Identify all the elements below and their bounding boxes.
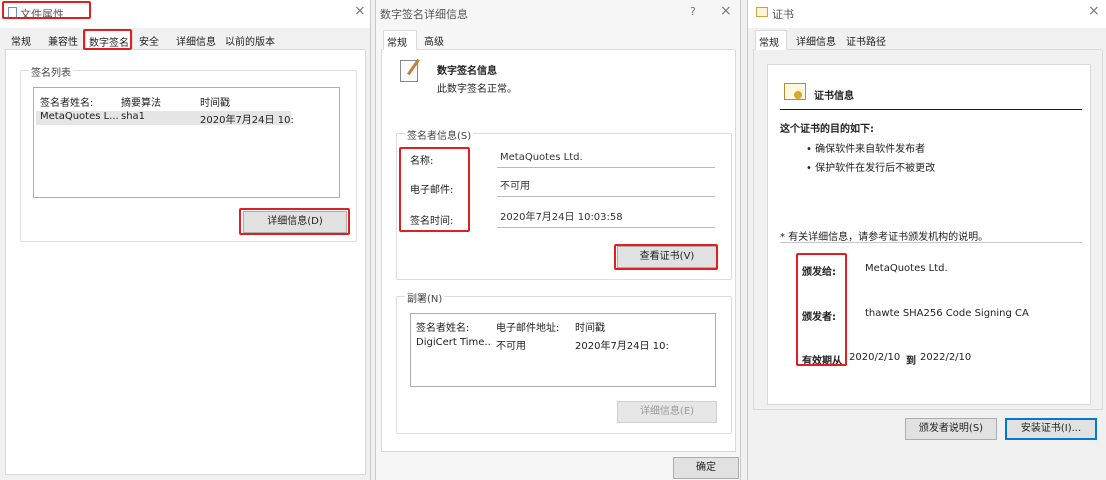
- column-header[interactable]: 签名者姓名:: [40, 94, 116, 109]
- tab-details[interactable]: 详细信息: [173, 30, 219, 50]
- seal-icon: [794, 91, 802, 99]
- countersignatures-group: 副署(N) 签名者姓名: 电子邮件地址: 时间戳 DigiCert Time..…: [396, 290, 732, 434]
- tab-panel: 签名列表 签名者姓名: 摘要算法 时间戳 MetaQuotes L... sha…: [5, 50, 366, 475]
- signature-list[interactable]: 签名者姓名: 摘要算法 时间戳 MetaQuotes L... sha1 202…: [33, 87, 340, 198]
- signature-status-text: 此数字签名正常。: [437, 84, 517, 95]
- help-button[interactable]: ?: [690, 5, 696, 18]
- signer-name: MetaQuotes L...: [40, 111, 119, 122]
- column-header[interactable]: 时间戳: [575, 319, 635, 334]
- purpose-title: 这个证书的目的如下:: [780, 124, 874, 135]
- close-icon[interactable]: ×: [1088, 3, 1100, 19]
- close-icon[interactable]: ×: [354, 3, 366, 19]
- name-field[interactable]: MetaQuotes Ltd.: [497, 148, 715, 168]
- highlight-box: [614, 244, 718, 270]
- certificate-info-box: 证书信息 这个证书的目的如下: • 确保软件来自软件发布者 • 保护软件在发行后…: [767, 64, 1091, 405]
- highlight-box: [796, 253, 847, 366]
- tab-security[interactable]: 安全: [136, 30, 162, 50]
- issued-by-value: thawte SHA256 Code Signing CA: [865, 308, 1029, 319]
- divider: [780, 242, 1082, 243]
- countersignature-details-button[interactable]: 详细信息(E): [617, 401, 717, 423]
- column-header[interactable]: 时间戳: [200, 94, 260, 109]
- purpose-text: 确保软件来自软件发布者: [815, 144, 926, 155]
- tab-certification-path[interactable]: 证书路径: [843, 30, 889, 50]
- timestamp: 2020年7月24日 10:...: [575, 341, 669, 352]
- group-label: 副署(N): [405, 290, 445, 305]
- signature-info-heading: 数字签名信息: [437, 66, 497, 77]
- purpose-item: • 确保软件来自软件发布者: [806, 144, 926, 155]
- tab-bar: 常规 兼容性 数字签名 安全 详细信息 以前的版本: [5, 30, 365, 50]
- window-title: 证书: [772, 8, 794, 21]
- countersignature-list[interactable]: 签名者姓名: 电子邮件地址: 时间戳 DigiCert Time... 不可用 …: [410, 313, 716, 387]
- tab-bar: 常规 详细信息 证书路径: [753, 30, 1102, 50]
- titlebar: 证书 ×: [748, 0, 1106, 28]
- highlight-box: [2, 1, 91, 19]
- tab-panel: 证书信息 这个证书的目的如下: • 确保软件来自软件发布者 • 保护软件在发行后…: [753, 50, 1103, 410]
- digest-algorithm: sha1: [121, 111, 146, 122]
- purpose-text: 保护软件在发行后不被更改: [815, 163, 936, 174]
- valid-to-word: 到: [906, 356, 916, 367]
- list-item[interactable]: DigiCert Time... 不可用 2020年7月24日 10:...: [411, 337, 715, 352]
- titlebar: 数字签名详细信息 ? ×: [376, 0, 740, 28]
- install-certificate-button[interactable]: 安装证书(I)...: [1005, 418, 1097, 440]
- signing-time-field[interactable]: 2020年7月24日 10:03:58: [497, 208, 715, 228]
- issuer-statement-button[interactable]: 颁发者说明(S): [905, 418, 997, 440]
- email-field[interactable]: 不可用: [497, 177, 715, 197]
- group-label: 签名列表: [29, 64, 73, 79]
- certificate-icon: [756, 7, 768, 17]
- divider: [780, 109, 1082, 110]
- email-address: 不可用: [496, 341, 526, 352]
- window-title: 数字签名详细信息: [380, 8, 468, 21]
- purpose-item: • 保护软件在发行后不被更改: [806, 163, 936, 174]
- column-header[interactable]: 电子邮件地址:: [496, 319, 568, 334]
- signer-name: DigiCert Time...: [416, 337, 492, 348]
- file-properties-window: 文件属性 × 常规 兼容性 数字签名 安全 详细信息 以前的版本 签名列表 签名…: [0, 0, 371, 480]
- tab-bar: 常规 高级: [381, 30, 735, 50]
- tab-general[interactable]: 常规: [383, 30, 417, 50]
- highlight-box: [239, 208, 350, 235]
- highlight-box: [83, 29, 132, 50]
- signer-info-group: 签名者信息(S) 名称: MetaQuotes Ltd. 电子邮件: 不可用 签…: [396, 127, 732, 280]
- tab-general[interactable]: 常规: [755, 30, 787, 50]
- digital-signature-details-window: 数字签名详细信息 ? × 常规 高级 数字签名信息 此数字签名正常。 签名者信息…: [375, 0, 741, 480]
- issuer-note: * 有关详细信息，请参考证书颁发机构的说明。: [780, 232, 989, 243]
- tab-panel: 数字签名信息 此数字签名正常。 签名者信息(S) 名称: MetaQuotes …: [381, 50, 736, 452]
- tab-advanced[interactable]: 高级: [421, 30, 447, 50]
- certificate-window: 证书 × 常规 详细信息 证书路径 证书信息 这个证书的目的如下: • 确保软件…: [747, 0, 1106, 480]
- list-header: 签名者姓名: 摘要算法 时间戳: [34, 94, 339, 109]
- valid-to-value: 2022/2/10: [920, 352, 972, 363]
- tab-previous-versions[interactable]: 以前的版本: [222, 30, 278, 50]
- highlight-box: [399, 147, 470, 232]
- list-item[interactable]: MetaQuotes L... sha1 2020年7月24日 10:...: [36, 111, 294, 126]
- close-icon[interactable]: ×: [720, 3, 732, 19]
- column-header[interactable]: 签名者姓名:: [416, 319, 486, 334]
- issued-to-value: MetaQuotes Ltd.: [865, 263, 948, 274]
- valid-from-value: 2020/2/10: [849, 352, 901, 363]
- list-header: 签名者姓名: 电子邮件地址: 时间戳: [411, 319, 715, 334]
- timestamp: 2020年7月24日 10:...: [200, 115, 294, 126]
- ok-button[interactable]: 确定: [673, 457, 739, 479]
- tab-compatibility[interactable]: 兼容性: [45, 30, 81, 50]
- group-label: 签名者信息(S): [405, 127, 474, 142]
- tab-details[interactable]: 详细信息: [793, 30, 839, 50]
- column-header[interactable]: 摘要算法: [121, 94, 169, 109]
- certificate-info-heading: 证书信息: [814, 91, 854, 102]
- tab-general[interactable]: 常规: [8, 30, 34, 50]
- signature-list-group: 签名列表 签名者姓名: 摘要算法 时间戳 MetaQuotes L... sha…: [20, 64, 357, 242]
